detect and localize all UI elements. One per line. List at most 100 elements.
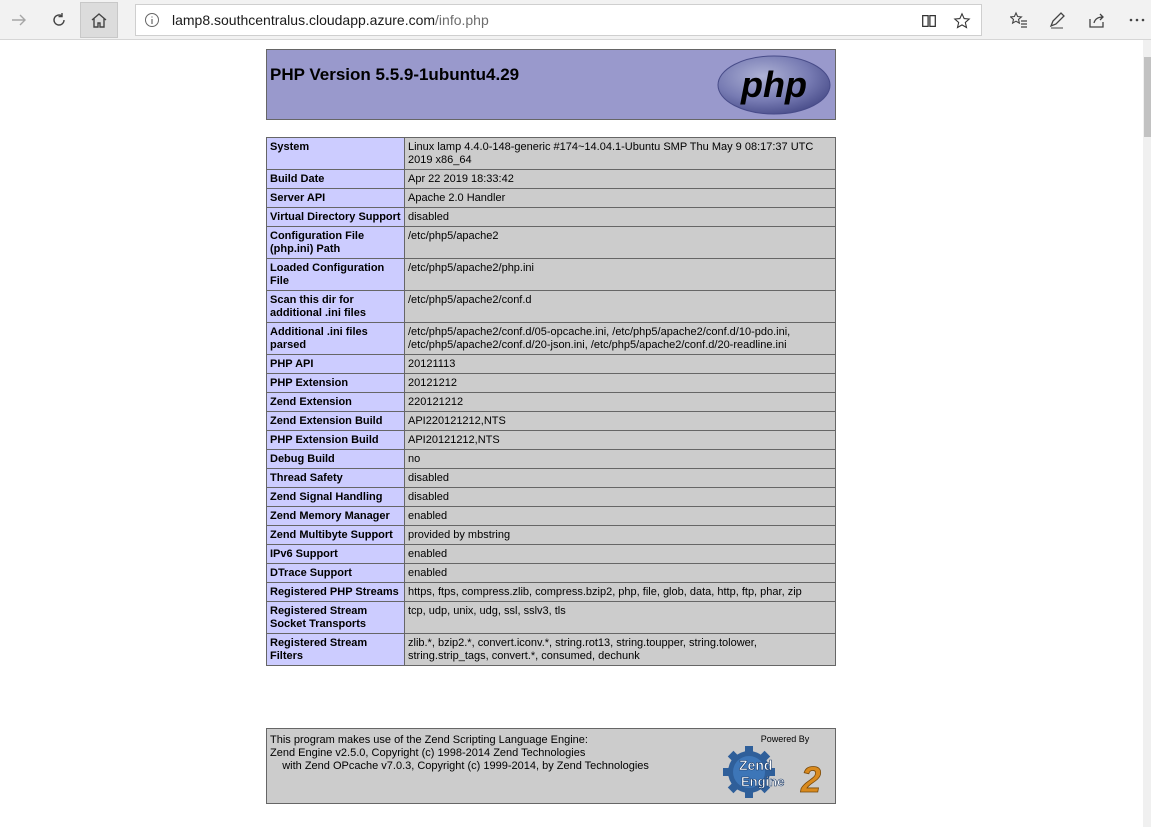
star-icon	[953, 12, 971, 29]
table-row: Build Date Apr 22 2019 18:33:42	[266, 169, 836, 189]
row-value: disabled	[404, 487, 836, 507]
table-row: Registered Stream Socket Transports tcp, …	[266, 601, 836, 634]
row-value: /etc/php5/apache2/conf.d/05-opcache.ini,…	[404, 322, 836, 355]
url-path: /info.php	[435, 12, 489, 28]
table-row: Debug Build no	[266, 449, 836, 469]
table-row: System Linux lamp 4.4.0-148-generic #174~…	[266, 137, 836, 170]
favorites-hub-button[interactable]	[1000, 2, 1038, 38]
row-key: Zend Extension	[266, 392, 405, 412]
table-row: Zend Extension 220121212	[266, 392, 836, 412]
row-key: Registered PHP Streams	[266, 582, 405, 602]
reading-view-icon	[922, 14, 936, 28]
table-row: Additional .ini files parsed/etc/php5/ap…	[266, 322, 836, 355]
table-row: IPv6 Support enabled	[266, 544, 836, 564]
table-row: Virtual Directory Support disabled	[266, 207, 836, 227]
row-key: Configuration File (php.ini) Path	[266, 226, 405, 259]
table-row: PHP Extension Build API20121212,NTS	[266, 430, 836, 450]
row-value: 20121212	[404, 373, 836, 393]
web-note-button[interactable]	[1038, 2, 1076, 38]
row-key: Loaded Configuration File	[266, 258, 405, 291]
info-table: System Linux lamp 4.4.0-148-generic #174~…	[266, 137, 836, 666]
page-title: PHP Version 5.5.9-1ubuntu4.29	[270, 65, 520, 84]
phpinfo-header: PHP Version 5.5.9-1ubuntu4.29 php	[266, 49, 836, 120]
svg-text:php: php	[740, 64, 807, 105]
footer-box: This program makes use of the Zend Scrip…	[266, 728, 836, 804]
row-value: 20121113	[404, 354, 836, 374]
refresh-icon	[53, 13, 65, 26]
reading-view-button[interactable]	[919, 11, 939, 31]
table-row: Registered PHP Streams https, ftps, compr…	[266, 582, 836, 602]
row-key: Scan this dir for additional .ini files	[266, 290, 405, 323]
table-row: Server API Apache 2.0 Handler	[266, 188, 836, 208]
refresh-button[interactable]	[40, 2, 78, 38]
row-value: tcp, udp, unix, udg, ssl, sslv3, tls	[404, 601, 836, 634]
more-button[interactable]	[1118, 2, 1151, 38]
row-value: Apr 22 2019 18:33:42	[404, 169, 836, 189]
svg-text:Zend: Zend	[739, 757, 772, 773]
row-key: PHP API	[266, 354, 405, 374]
php-logo-icon[interactable]: php	[717, 55, 831, 115]
credits-line-2: Zend Engine v2.5.0, Copyright (c) 1998-2…	[270, 747, 586, 759]
table-row: Registered Stream Filters zlib.*, bzip2.*…	[266, 633, 836, 666]
home-icon	[91, 13, 107, 28]
row-key: Registered Stream Socket Transports	[266, 601, 405, 634]
table-row: Configuration File (php.ini) Path/etc/ph…	[266, 226, 836, 259]
more-icon	[1129, 18, 1145, 22]
row-value: Linux lamp 4.4.0-148-generic #174~14.04.…	[404, 137, 836, 170]
row-key: Zend Extension Build	[266, 411, 405, 431]
row-value: /etc/php5/apache2	[404, 226, 836, 259]
row-key: PHP Extension Build	[266, 430, 405, 450]
row-value: no	[404, 449, 836, 469]
table-row: PHP API 20121113	[266, 354, 836, 374]
row-value: /etc/php5/apache2/php.ini	[404, 258, 836, 291]
table-row: DTrace Support enabled	[266, 563, 836, 583]
row-key: Additional .ini files parsed	[266, 322, 405, 355]
table-row: Zend Memory Manager enabled	[266, 506, 836, 526]
browser-toolbar: lamp8.southcentralus.cloudapp.azure.com/…	[0, 0, 1151, 40]
row-value: API220121212,NTS	[404, 411, 836, 431]
row-key: Thread Safety	[266, 468, 405, 488]
svg-text:Powered By: Powered By	[761, 734, 810, 744]
table-row: Zend Extension Build API220121212,NTS	[266, 411, 836, 431]
share-button[interactable]	[1078, 2, 1116, 38]
row-key: Registered Stream Filters	[266, 633, 405, 666]
table-row: Scan this dir for additional .ini files /…	[266, 290, 836, 323]
table-row: Zend Signal Handling disabled	[266, 487, 836, 507]
row-value: enabled	[404, 544, 836, 564]
pen-icon	[1049, 12, 1065, 29]
info-icon[interactable]	[144, 12, 160, 28]
scrollbar-thumb[interactable]	[1144, 57, 1151, 137]
table-row: Zend Multibyte Support provided by mbstri…	[266, 525, 836, 545]
row-key: IPv6 Support	[266, 544, 405, 564]
row-value: disabled	[404, 468, 836, 488]
row-value: enabled	[404, 563, 836, 583]
share-icon	[1089, 13, 1104, 28]
credits-line-3: with Zend OPcache v7.0.3, Copyright (c) …	[270, 760, 649, 772]
table-row: PHP Extension 20121212	[266, 373, 836, 393]
row-key: Zend Memory Manager	[266, 506, 405, 526]
address-bar[interactable]: lamp8.southcentralus.cloudapp.azure.com/…	[135, 4, 982, 36]
vertical-scrollbar[interactable]	[1143, 40, 1151, 827]
row-key: DTrace Support	[266, 563, 405, 583]
row-key: Build Date	[266, 169, 405, 189]
svg-text:Engine: Engine	[741, 774, 784, 789]
row-value: https, ftps, compress.zlib, compress.bzi…	[404, 582, 836, 602]
row-key: PHP Extension	[266, 373, 405, 393]
url-text[interactable]: lamp8.southcentralus.cloudapp.azure.com/…	[172, 12, 489, 28]
table-row: Loaded Configuration File/etc/php5/apach…	[266, 258, 836, 291]
zend-engine-logo-icon[interactable]: Powered By Zend Engine 2	[723, 732, 831, 800]
row-value: /etc/php5/apache2/conf.d	[404, 290, 836, 323]
svg-text:2: 2	[800, 759, 821, 800]
row-key: Debug Build	[266, 449, 405, 469]
credits-line-1: This program makes use of the Zend Scrip…	[270, 734, 588, 746]
favorite-button[interactable]	[952, 11, 972, 31]
url-host: lamp8.southcentralus.cloudapp.azure.com	[172, 12, 436, 28]
row-key: System	[266, 137, 405, 170]
forward-button[interactable]	[0, 2, 38, 38]
row-value: enabled	[404, 506, 836, 526]
row-key: Zend Signal Handling	[266, 487, 405, 507]
row-key: Server API	[266, 188, 405, 208]
row-value: API20121212,NTS	[404, 430, 836, 450]
home-button[interactable]	[80, 2, 118, 38]
table-row: Thread Safety disabled	[266, 468, 836, 488]
